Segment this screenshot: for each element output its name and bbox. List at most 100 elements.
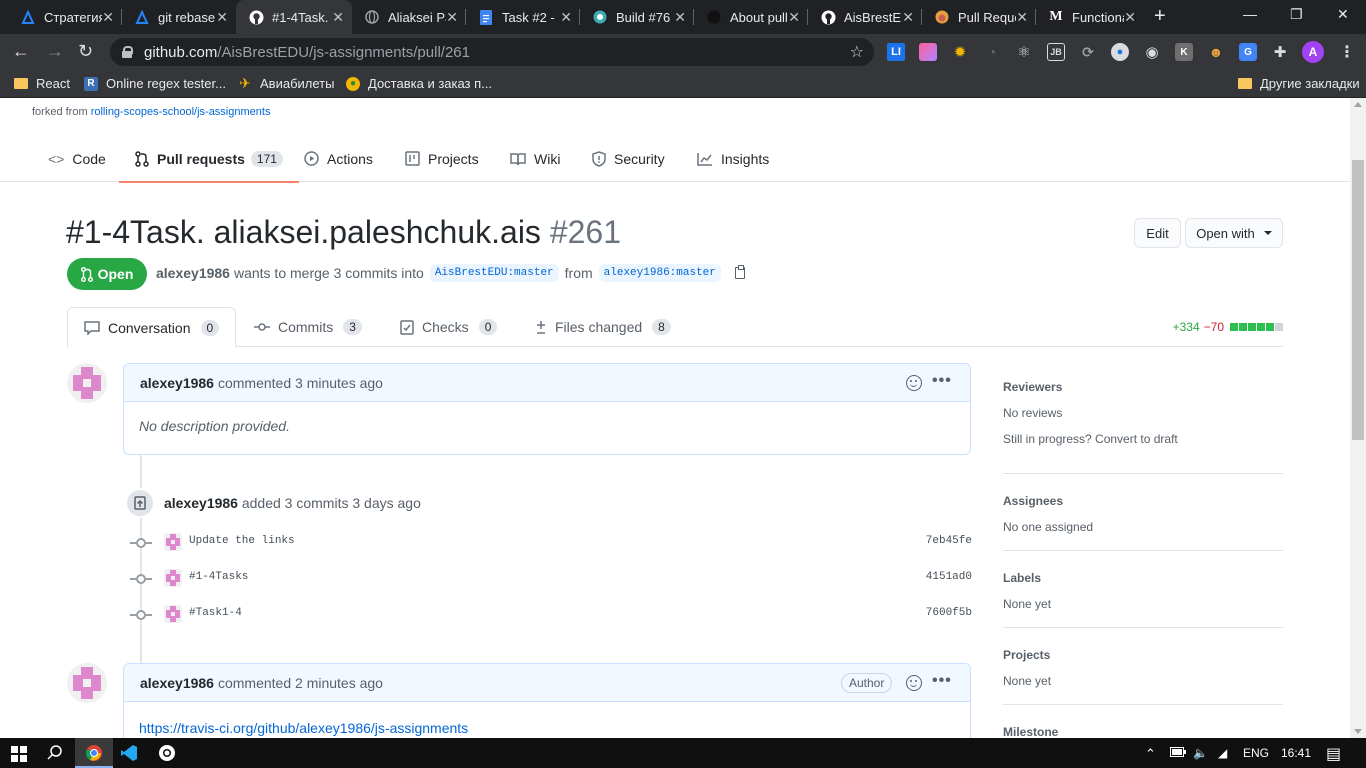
scrollbar-thumb[interactable] [1352, 160, 1364, 440]
close-icon[interactable]: ✕ [902, 9, 914, 26]
repo-tab-actions[interactable]: Actions [304, 135, 373, 182]
close-window-icon[interactable]: ✕ [1337, 6, 1349, 23]
forward-icon[interactable]: → [46, 40, 64, 62]
profile-avatar[interactable]: A [1302, 41, 1324, 63]
commit-sha[interactable]: 4151ad0 [926, 571, 972, 583]
back-icon[interactable]: ← [12, 40, 30, 62]
close-icon[interactable]: ✕ [102, 9, 114, 26]
clock[interactable]: 16:41 [1281, 746, 1311, 760]
bookmark-star-icon[interactable]: ☆ [850, 42, 864, 62]
comment-author[interactable]: alexey1986 [140, 675, 214, 691]
restore-icon[interactable]: ❐ [1290, 6, 1303, 23]
browser-tab[interactable]: AisBrestEDU ✕ [808, 0, 922, 34]
browser-tab[interactable]: git rebase ✕ [122, 0, 236, 34]
translate-ext-icon[interactable]: G [1239, 43, 1257, 61]
close-icon[interactable]: ✕ [674, 9, 686, 26]
reload-icon[interactable]: ↻ [78, 40, 93, 62]
bookmark-regex[interactable]: R Online regex tester... [84, 76, 226, 91]
avatar[interactable] [164, 569, 182, 587]
sync-ext-icon[interactable]: ⟳ [1079, 43, 1097, 61]
browser-tab[interactable]: Стратегия ✕ [8, 0, 122, 34]
avatar[interactable] [67, 663, 107, 703]
menu-kebab-icon[interactable]: ⋮ [1338, 43, 1356, 61]
tab-files-changed[interactable]: Files changed 8 [535, 307, 671, 347]
commit-sha[interactable]: 7eb45fe [926, 535, 972, 547]
commit-message[interactable]: Update the links [189, 535, 295, 547]
target-ext-icon[interactable]: ◉ [1143, 43, 1161, 61]
notifications-icon[interactable]: ▤ [1326, 744, 1341, 764]
linkedin-ext-icon[interactable]: LI [887, 43, 905, 61]
commit-message[interactable]: #1-4Tasks [189, 571, 248, 583]
repo-tab-insights[interactable]: Insights [697, 135, 769, 182]
browser-tab[interactable]: Aliaksei Paleshchuk ✕ [352, 0, 466, 34]
language-indicator[interactable]: ENG [1243, 746, 1269, 760]
close-icon[interactable]: ✕ [216, 9, 228, 26]
repo-tab-security[interactable]: Security [592, 135, 665, 182]
base-branch[interactable]: AisBrestEDU:master [429, 264, 559, 282]
browser-tab-active[interactable]: #1-4Task. aliaksei ✕ [236, 0, 352, 34]
browser-tab[interactable]: M Functional ✕ [1036, 0, 1144, 34]
assignees-heading[interactable]: Assignees [1003, 494, 1283, 508]
avatar[interactable] [164, 533, 182, 551]
other-bookmarks[interactable]: Другие закладки [1238, 76, 1360, 91]
comment-author[interactable]: alexey1986 [140, 375, 214, 391]
comment-timestamp[interactable]: 3 minutes ago [295, 375, 383, 391]
browser-tab[interactable]: About pull ✕ [694, 0, 808, 34]
repo-tab-pull-requests[interactable]: Pull requests 171 [119, 135, 299, 183]
tab-checks[interactable]: Checks 0 [400, 307, 498, 347]
emoji-reaction-icon[interactable] [906, 375, 922, 391]
puzzle-ext-icon[interactable]: ✚ [1271, 43, 1289, 61]
pr-author-link[interactable]: alexey1986 [156, 265, 230, 281]
search-icon[interactable] [46, 744, 64, 762]
bookmark-delivery[interactable]: ● Доставка и заказ п... [346, 76, 492, 91]
new-tab-button[interactable]: + [1154, 6, 1166, 26]
emoji-reaction-icon[interactable] [906, 675, 922, 691]
tab-commits[interactable]: Commits 3 [254, 307, 362, 347]
repo-tab-code[interactable]: <> Code [48, 135, 106, 182]
milestone-heading[interactable]: Milestone [1003, 725, 1283, 738]
minimize-icon[interactable]: — [1243, 6, 1257, 22]
gear-ext-icon[interactable]: ✹ [951, 43, 969, 61]
page-scrollbar[interactable] [1350, 98, 1366, 738]
travis-link[interactable]: https://travis-ci.org/github/alexey1986/… [139, 720, 468, 736]
browser-tab[interactable]: Build #76 ✕ [580, 0, 694, 34]
volume-icon[interactable]: 🔈 [1193, 746, 1208, 760]
bookmark-react[interactable]: React [14, 76, 70, 91]
close-icon[interactable]: ✕ [1124, 9, 1136, 26]
chevron-up-icon[interactable]: ⌃ [1145, 746, 1156, 762]
browser-tab[interactable]: Pull Requests ✕ [922, 0, 1036, 34]
k-ext-icon[interactable]: K [1175, 43, 1193, 61]
repo-tab-projects[interactable]: Projects [405, 135, 479, 182]
avatar[interactable] [164, 605, 182, 623]
battery-icon[interactable] [1170, 746, 1186, 760]
tab-conversation[interactable]: Conversation 0 [67, 307, 237, 348]
vscode-icon[interactable] [120, 744, 138, 762]
reviewers-heading[interactable]: Reviewers [1003, 380, 1283, 394]
chrome-icon[interactable] [158, 744, 176, 762]
close-icon[interactable]: ✕ [560, 9, 572, 26]
more-options-icon[interactable]: ••• [932, 672, 952, 690]
network-icon[interactable]: ◢ [1218, 746, 1227, 760]
react-ext-icon[interactable]: ⚛ [1015, 43, 1033, 61]
commit-sha[interactable]: 7600f5b [926, 607, 972, 619]
commit-message[interactable]: #Task1-4 [189, 607, 242, 619]
head-branch[interactable]: alexey1986:master [598, 264, 721, 282]
projects-heading[interactable]: Projects [1003, 648, 1283, 662]
clipboard-icon[interactable] [734, 265, 745, 279]
labels-heading[interactable]: Labels [1003, 571, 1283, 585]
scroll-up-icon[interactable] [1354, 102, 1362, 107]
mascot-ext-icon[interactable]: ☻ [1207, 43, 1225, 61]
close-icon[interactable]: ✕ [1016, 9, 1028, 26]
edit-button[interactable]: Edit [1134, 218, 1181, 248]
browser-tab[interactable]: Task #2 - ✕ [466, 0, 580, 34]
more-options-icon[interactable]: ••• [932, 372, 952, 390]
avatar[interactable] [67, 363, 107, 403]
circle-ext-icon[interactable]: ◔ [983, 43, 1001, 61]
close-icon[interactable]: ✕ [446, 9, 458, 26]
scroll-down-icon[interactable] [1354, 729, 1362, 734]
forked-repo-link[interactable]: rolling-scopes-school/js-assignments [91, 106, 271, 118]
close-icon[interactable]: ✕ [332, 9, 344, 26]
close-icon[interactable]: ✕ [788, 9, 800, 26]
color-ext-icon[interactable] [919, 43, 937, 61]
address-bar[interactable]: github.com/AisBrestEDU/js-assignments/pu… [110, 38, 874, 66]
